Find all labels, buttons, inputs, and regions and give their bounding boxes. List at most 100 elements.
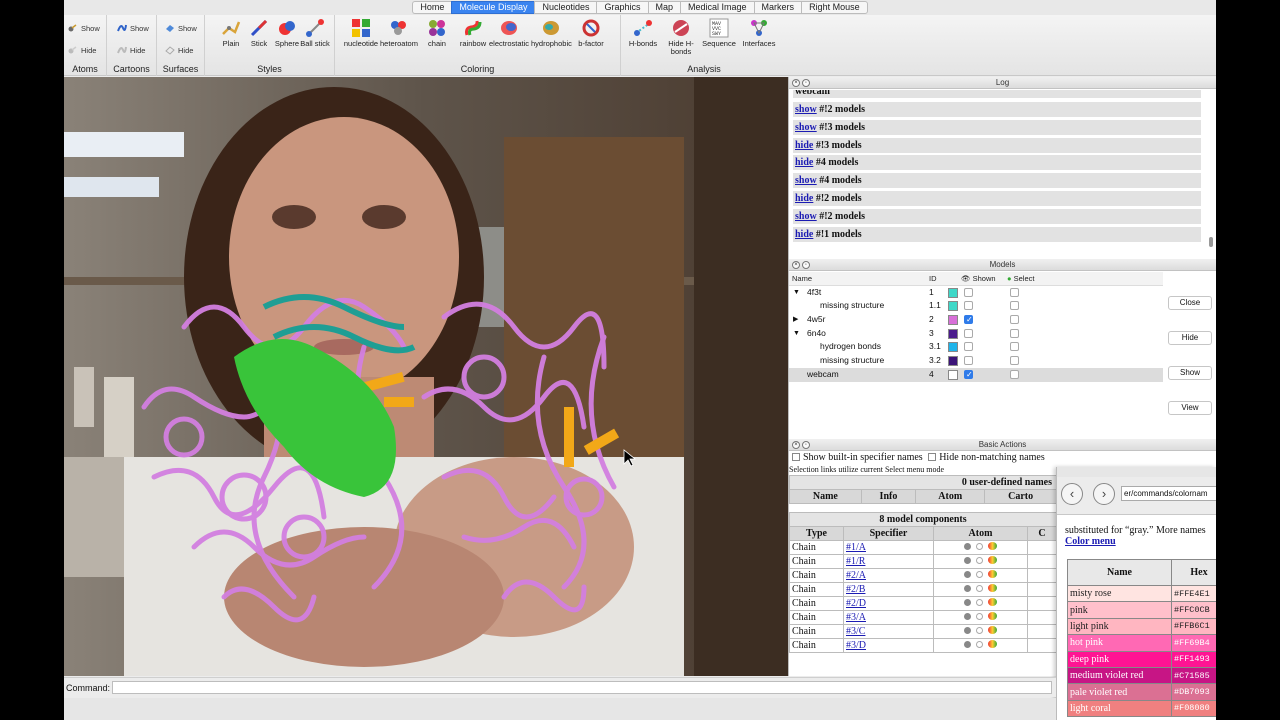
atom-hide-icon[interactable] <box>976 585 983 592</box>
model-row[interactable]: hydrogen bonds 3.1 <box>789 340 1163 354</box>
color-hydrophobic-button[interactable]: hydrophobic <box>531 18 572 48</box>
close-icon[interactable]: × <box>792 79 800 87</box>
atom-show-icon[interactable] <box>964 557 971 564</box>
expand-arrow-icon[interactable]: ▶ <box>793 313 798 327</box>
model-select-checkbox[interactable] <box>1010 356 1019 366</box>
cartoon-controls[interactable] <box>1027 596 1057 611</box>
atom-hide-icon[interactable] <box>976 641 983 648</box>
specifier-link[interactable]: #1/R <box>846 556 865 567</box>
log-command-link[interactable]: hide <box>795 193 813 204</box>
tab-molecule-display[interactable]: Molecule Display <box>451 1 535 14</box>
model-shown-checkbox[interactable] <box>964 287 973 297</box>
tab-nucleotides[interactable]: Nucleotides <box>534 1 597 14</box>
specifier-link[interactable]: #3/C <box>846 626 865 637</box>
log-command-link[interactable]: hide <box>795 140 813 151</box>
model-color-swatch[interactable] <box>948 315 958 326</box>
help-url-field[interactable]: er/commands/colornam <box>1121 486 1216 501</box>
builtin-names-checkbox[interactable] <box>792 453 800 461</box>
palette-icon[interactable] <box>988 542 997 550</box>
palette-icon[interactable] <box>988 598 997 606</box>
log-command-link[interactable]: show <box>795 104 817 115</box>
specifier-link[interactable]: #2/D <box>846 598 866 609</box>
command-input[interactable] <box>112 681 1052 694</box>
atoms-show-button[interactable]: Show <box>68 23 100 33</box>
color-rainbow-button[interactable]: rainbow <box>453 18 493 48</box>
tab-medical-image[interactable]: Medical Image <box>680 1 754 14</box>
cartoon-controls[interactable] <box>1027 540 1057 555</box>
models-view-button[interactable]: View <box>1168 401 1212 415</box>
sequence-button[interactable]: MAV VVC SWY Sequence <box>699 18 739 48</box>
cartoon-controls[interactable] <box>1027 638 1057 653</box>
tab-markers[interactable]: Markers <box>753 1 802 14</box>
model-color-swatch[interactable] <box>948 301 958 312</box>
model-shown-checkbox[interactable] <box>964 313 973 327</box>
model-color-swatch[interactable] <box>948 328 958 339</box>
cartoon-controls[interactable] <box>1027 582 1057 597</box>
model-select-checkbox[interactable] <box>1010 315 1019 325</box>
tab-right-mouse[interactable]: Right Mouse <box>801 1 868 14</box>
palette-icon[interactable] <box>988 640 997 648</box>
specifier-link[interactable]: #3/D <box>846 640 866 651</box>
model-row[interactable]: ▼ 4f3t 1 <box>789 286 1163 300</box>
color-heteroatom-button[interactable]: heteroatom <box>379 18 419 48</box>
interfaces-button[interactable]: Interfaces <box>739 18 779 48</box>
graphics-viewport[interactable] <box>64 77 788 676</box>
model-row[interactable]: missing structure 3.2 <box>789 354 1163 368</box>
log-command-link[interactable]: show <box>795 122 817 133</box>
log-scrollbar[interactable] <box>1209 237 1213 247</box>
model-row[interactable]: ▼ 6n4o 3 <box>789 327 1163 341</box>
model-select-checkbox[interactable] <box>1010 369 1019 379</box>
palette-icon[interactable] <box>988 556 997 564</box>
surfaces-hide-button[interactable]: Hide <box>165 45 193 55</box>
cartoon-controls[interactable] <box>1027 610 1057 625</box>
palette-icon[interactable] <box>988 612 997 620</box>
collapse-arrow-icon[interactable]: ▼ <box>793 286 800 300</box>
specifier-link[interactable]: #3/A <box>846 612 866 623</box>
model-select-checkbox[interactable] <box>1010 328 1019 338</box>
model-shown-checkbox[interactable] <box>964 368 973 382</box>
palette-icon[interactable] <box>988 626 997 634</box>
model-shown-checkbox[interactable] <box>964 356 973 366</box>
atom-hide-icon[interactable] <box>976 599 983 606</box>
close-icon[interactable]: × <box>792 261 800 269</box>
model-select-checkbox[interactable] <box>1010 287 1019 297</box>
atom-show-icon[interactable] <box>964 641 971 648</box>
atom-show-icon[interactable] <box>964 585 971 592</box>
atom-show-icon[interactable] <box>964 599 971 606</box>
surfaces-show-button[interactable]: Show <box>165 23 197 33</box>
model-row[interactable]: webcam 4 <box>789 367 1163 382</box>
cartoons-show-button[interactable]: Show <box>117 23 149 33</box>
float-icon[interactable]: ◦ <box>802 261 810 269</box>
models-show-button[interactable]: Show <box>1168 366 1212 380</box>
back-arrow-icon[interactable]: ‹ <box>1061 483 1083 505</box>
atom-show-icon[interactable] <box>964 543 971 550</box>
log-command-link[interactable]: show <box>795 175 817 186</box>
models-hide-button[interactable]: Hide <box>1168 331 1212 345</box>
forward-arrow-icon[interactable]: › <box>1093 483 1115 505</box>
model-shown-checkbox[interactable] <box>964 342 973 352</box>
cartoon-controls[interactable] <box>1027 568 1057 583</box>
tab-map[interactable]: Map <box>647 1 681 14</box>
atom-hide-icon[interactable] <box>976 571 983 578</box>
color-nucleotide-button[interactable]: nucleotide <box>341 18 381 48</box>
model-select-checkbox[interactable] <box>1010 301 1019 311</box>
model-color-swatch[interactable] <box>948 356 958 367</box>
color-menu-link[interactable]: Color menu <box>1065 536 1116 547</box>
cartoons-hide-button[interactable]: Hide <box>117 45 145 55</box>
cartoon-controls[interactable] <box>1027 554 1057 569</box>
models-close-button[interactable]: Close <box>1168 296 1212 310</box>
model-shown-checkbox[interactable] <box>964 301 973 311</box>
float-icon[interactable]: ◦ <box>802 441 810 449</box>
palette-icon[interactable] <box>988 570 997 578</box>
atom-hide-icon[interactable] <box>976 557 983 564</box>
atom-show-icon[interactable] <box>964 613 971 620</box>
color-chain-button[interactable]: chain <box>417 18 457 48</box>
atom-show-icon[interactable] <box>964 627 971 634</box>
model-row[interactable]: ▶ 4w5r 2 <box>789 313 1163 327</box>
log-command-link[interactable]: hide <box>795 157 813 168</box>
model-select-checkbox[interactable] <box>1010 342 1019 352</box>
palette-icon[interactable] <box>988 584 997 592</box>
model-color-swatch[interactable] <box>948 287 958 298</box>
color-bfactor-button[interactable]: b-factor <box>571 18 611 48</box>
hbonds-button[interactable]: H-bonds <box>623 18 663 48</box>
